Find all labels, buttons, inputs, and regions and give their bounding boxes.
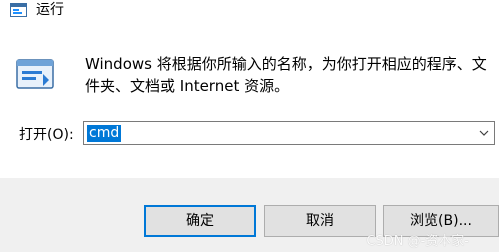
- chevron-down-icon[interactable]: [478, 127, 490, 139]
- ok-button[interactable]: 确定: [144, 205, 256, 237]
- run-dialog-icon: [10, 3, 27, 17]
- window-title: 运行: [36, 2, 64, 18]
- open-combobox[interactable]: cmd: [83, 121, 495, 145]
- open-field-label: 打开(O):: [19, 127, 74, 143]
- open-input-value[interactable]: cmd: [87, 125, 122, 142]
- run-program-icon: [16, 59, 54, 89]
- dialog-content: Windows 将根据你所输入的名称，为你打开相应的程序、文件夹、文档或 Int…: [0, 22, 499, 178]
- button-bar: 确定 取消 浏览(B)... CSDN @-资本家-: [0, 178, 499, 252]
- description-text: Windows 将根据你所输入的名称，为你打开相应的程序、文件夹、文档或 Int…: [85, 55, 487, 95]
- cancel-button[interactable]: 取消: [264, 205, 376, 237]
- title-bar[interactable]: 运行: [0, 0, 499, 22]
- run-dialog: 运行 Windows 将根据你所输入的名称，为你打开相应的程序、文件夹、文档或 …: [0, 0, 499, 252]
- watermark-text: CSDN @-资本家-: [366, 234, 469, 249]
